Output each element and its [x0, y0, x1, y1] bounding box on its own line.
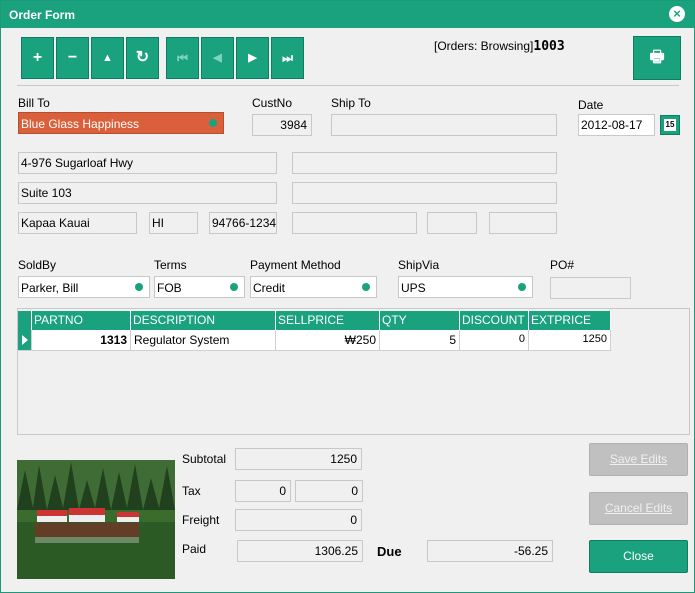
- cust-no-field[interactable]: 3984: [252, 114, 312, 136]
- status-prefix: [Orders: Browsing]: [434, 39, 534, 53]
- terms-select[interactable]: FOB: [154, 276, 245, 298]
- cancel-edits-button[interactable]: Cancel Edits: [589, 492, 688, 525]
- ship-address2-field[interactable]: [292, 182, 557, 204]
- sold-by-value: Parker, Bill: [21, 281, 79, 295]
- ship-to-name-field[interactable]: [331, 114, 557, 136]
- dropdown-icon: [230, 283, 238, 291]
- toolbar-divider: [17, 85, 679, 86]
- column-header-partno[interactable]: PARTNO: [32, 311, 131, 330]
- calendar-button[interactable]: 15: [660, 115, 680, 135]
- ship-state-field[interactable]: [427, 212, 477, 234]
- close-button[interactable]: Close: [589, 540, 688, 573]
- terms-label: Terms: [154, 258, 187, 272]
- ship-to-label: Ship To: [331, 96, 371, 110]
- cell-description[interactable]: Regulator System: [131, 330, 276, 351]
- column-header-sellprice[interactable]: SELLPRICE: [276, 311, 380, 330]
- dropdown-icon: [362, 283, 370, 291]
- subtotal-label: Subtotal: [182, 452, 227, 466]
- tax-amount-field[interactable]: 0: [295, 480, 363, 502]
- cell-qty[interactable]: 5: [380, 330, 460, 351]
- terms-value: FOB: [157, 281, 182, 295]
- window-title: Order Form: [9, 8, 76, 22]
- bill-address1-field[interactable]: 4-976 Sugarloaf Hwy: [18, 152, 277, 174]
- dropdown-icon: [135, 283, 143, 291]
- bill-city-field[interactable]: Kapaa Kauai: [18, 212, 137, 234]
- product-photo: [17, 460, 175, 579]
- tax-rate-field[interactable]: 0: [235, 480, 291, 502]
- record-status: [Orders: Browsing]1003: [434, 39, 565, 54]
- cell-extprice[interactable]: 1250: [529, 330, 611, 351]
- subtotal-field[interactable]: 1250: [235, 448, 362, 470]
- bill-to-select[interactable]: Blue Glass Happiness: [18, 112, 224, 134]
- title-bar: Order Form ×: [1, 1, 694, 28]
- payment-method-label: Payment Method: [250, 258, 341, 272]
- po-label: PO#: [550, 258, 575, 272]
- dropdown-icon: [209, 119, 217, 127]
- po-field[interactable]: [550, 277, 631, 299]
- sold-by-label: SoldBy: [18, 258, 57, 272]
- bill-zip-field[interactable]: 94766-1234: [209, 212, 277, 234]
- ship-zip-field[interactable]: [489, 212, 557, 234]
- refresh-button[interactable]: ↻: [126, 37, 159, 79]
- ship-via-value: UPS: [401, 281, 426, 295]
- ship-city-field[interactable]: [292, 212, 417, 234]
- status-order-id: 1003: [533, 39, 565, 54]
- cell-discount[interactable]: 0: [460, 330, 529, 351]
- payment-method-value: Credit: [253, 281, 286, 295]
- last-record-button[interactable]: ⏭: [271, 37, 304, 79]
- sold-by-select[interactable]: Parker, Bill: [18, 276, 150, 298]
- cell-partno[interactable]: 1313: [32, 330, 131, 351]
- column-header-discount[interactable]: DISCOUNT: [460, 311, 529, 330]
- bill-address2-field[interactable]: Suite 103: [18, 182, 277, 204]
- date-label: Date: [578, 98, 604, 112]
- dropdown-icon: [518, 283, 526, 291]
- freight-field[interactable]: 0: [235, 509, 362, 531]
- printer-icon: 🖶: [649, 49, 665, 66]
- bill-to-label: Bill To: [18, 96, 50, 110]
- next-record-button[interactable]: ▶: [236, 37, 269, 79]
- bill-to-value: Blue Glass Happiness: [21, 117, 140, 131]
- grid-corner: [18, 311, 32, 330]
- bill-state-field[interactable]: HI: [149, 212, 198, 234]
- close-window-icon[interactable]: ×: [669, 6, 685, 22]
- delete-record-button[interactable]: −: [56, 37, 89, 79]
- ship-address1-field[interactable]: [292, 152, 557, 174]
- date-field[interactable]: 2012-08-17: [578, 114, 655, 136]
- order-items-grid[interactable]: PARTNO DESCRIPTION SELLPRICE QTY DISCOUN…: [17, 308, 690, 435]
- due-field[interactable]: -56.25: [427, 540, 553, 562]
- cust-no-label: CustNo: [252, 96, 293, 110]
- payment-method-select[interactable]: Credit: [250, 276, 377, 298]
- prev-record-button[interactable]: ◀: [201, 37, 234, 79]
- ship-via-label: ShipVia: [398, 258, 440, 272]
- paid-field[interactable]: 1306.25: [237, 540, 363, 562]
- column-header-description[interactable]: DESCRIPTION: [131, 311, 276, 330]
- save-edits-button[interactable]: Save Edits: [589, 443, 688, 476]
- freight-label: Freight: [182, 513, 220, 527]
- ship-via-select[interactable]: UPS: [398, 276, 533, 298]
- current-row-arrow-icon: [22, 335, 28, 345]
- tax-label: Tax: [182, 484, 201, 498]
- cell-sellprice[interactable]: ₩250: [276, 330, 380, 351]
- add-record-button[interactable]: +: [21, 37, 54, 79]
- print-button[interactable]: 🖶: [633, 36, 681, 80]
- column-header-extprice[interactable]: EXTPRICE: [529, 311, 611, 330]
- paid-label: Paid: [182, 542, 207, 556]
- post-edit-button[interactable]: ▲: [91, 37, 124, 79]
- order-form-window: Order Form × + − ▲ ↻ ⏮ ◀ ▶ ⏭ [Orders: Br…: [0, 0, 695, 593]
- due-label: Due: [377, 544, 402, 559]
- row-indicator[interactable]: [18, 330, 32, 351]
- column-header-qty[interactable]: QTY: [380, 311, 460, 330]
- calendar-icon: 15: [664, 119, 676, 131]
- first-record-button[interactable]: ⏮: [166, 37, 199, 79]
